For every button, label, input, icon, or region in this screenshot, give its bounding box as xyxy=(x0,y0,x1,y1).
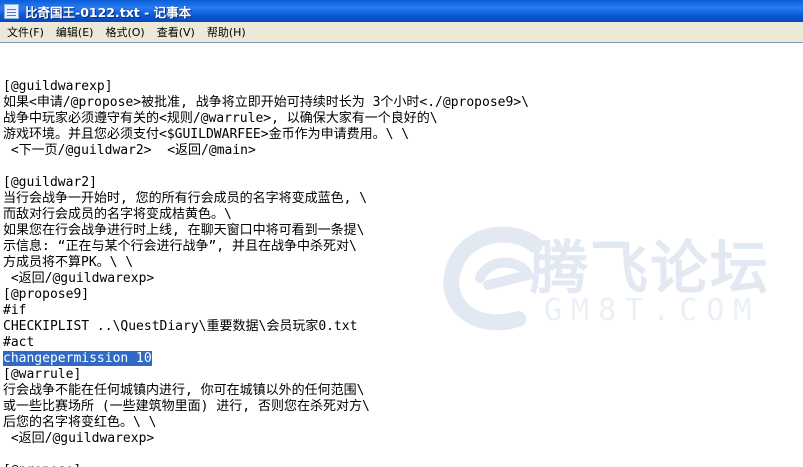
title-bar[interactable]: 比奇国王-0122.txt - 记事本 xyxy=(0,0,803,22)
line-text: CHECKIPLIST ..\QuestDiary\重要数据\会员玩家0.txt xyxy=(3,319,358,334)
menu-file[interactable]: 文件(F) xyxy=(2,24,51,40)
text-line: 方成员将不算PK。\ \ xyxy=(3,255,803,271)
text-line: 行会战争不能在任何城镇内进行, 你可在城镇以外的任何范围\ xyxy=(3,383,803,399)
text-line: 示信息: “正在与某个行会进行战争”, 并且在战争中杀死对\ xyxy=(3,239,803,255)
line-text: <返回/@guildwarexp> xyxy=(3,271,155,286)
line-text: 示信息: “正在与某个行会进行战争”, 并且在战争中杀死对\ xyxy=(3,239,357,254)
text-line: #if xyxy=(3,303,803,319)
text-line: 而敌对行会成员的名字将变成桔黄色。\ xyxy=(3,207,803,223)
text-line: CHECKIPLIST ..\QuestDiary\重要数据\会员玩家0.txt xyxy=(3,319,803,335)
editor-text-area[interactable]: [@guildwarexp] 如果<申请/@propose>被批准, 战争将立即开… xyxy=(3,63,803,467)
text-line: [@guildwarexp] xyxy=(3,79,803,95)
line-text: [@guildwarexp] xyxy=(3,79,113,94)
menu-bar: 文件(F) 编辑(E) 格式(O) 查看(V) 帮助(H) xyxy=(0,22,803,42)
text-editor[interactable]: [@guildwarexp] 如果<申请/@propose>被批准, 战争将立即开… xyxy=(0,42,803,467)
text-line: 后您的名字将变红色。\ \ xyxy=(3,415,803,431)
text-line: 如果您在行会战争进行时上线, 在聊天窗口中将可看到一条提\ xyxy=(3,223,803,239)
window-title: 比奇国王-0122.txt - 记事本 xyxy=(25,4,192,20)
line-text: #act xyxy=(3,335,35,350)
line-text: 如果<申请/@propose>被批准, 战争将立即开始可持续时长为 3个小时<.… xyxy=(3,95,529,110)
text-line: [@warrule] xyxy=(3,367,803,383)
menu-format[interactable]: 格式(O) xyxy=(100,24,151,40)
text-line: 如果<申请/@propose>被批准, 战争将立即开始可持续时长为 3个小时<.… xyxy=(3,95,803,111)
line-text: 战争中玩家必须遵守有关的<规则/@warrule>, 以确保大家有一个良好的\ xyxy=(3,111,438,126)
text-line: changepermission 10 xyxy=(3,351,803,367)
menu-help[interactable]: 帮助(H) xyxy=(202,24,253,40)
text-line: [@guildwar2] xyxy=(3,175,803,191)
line-text: 而敌对行会成员的名字将变成桔黄色。\ xyxy=(3,207,232,222)
selected-text: changepermission 10 xyxy=(3,351,152,366)
text-line: <返回/@guildwarexp> xyxy=(3,271,803,287)
line-text: #if xyxy=(3,303,27,318)
line-text: 游戏环境。并且您必须支付<$GUILDWARFEE>金币作为申请费用。\ \ xyxy=(3,127,410,142)
line-text: 当行会战争一开始时, 您的所有行会成员的名字将变成蓝色, \ xyxy=(3,191,368,206)
text-line xyxy=(3,447,803,463)
line-text: [@guildwar2] xyxy=(3,175,97,190)
line-text: [@warrule] xyxy=(3,367,82,382)
text-line: 战争中玩家必须遵守有关的<规则/@warrule>, 以确保大家有一个良好的\ xyxy=(3,111,803,127)
text-line: <下一页/@guildwar2> <返回/@main> xyxy=(3,143,803,159)
line-text: 行会战争不能在任何城镇内进行, 你可在城镇以外的任何范围\ xyxy=(3,383,365,398)
line-text: 后您的名字将变红色。\ \ xyxy=(3,415,157,430)
text-line: 游戏环境。并且您必须支付<$GUILDWARFEE>金币作为申请费用。\ \ xyxy=(3,127,803,143)
text-line: <返回/@guildwarexp> xyxy=(3,431,803,447)
text-line: 或一些比赛场所 (一些建筑物里面) 进行, 否则您在杀死对方\ xyxy=(3,399,803,415)
text-line: [@propose9] xyxy=(3,287,803,303)
notepad-icon xyxy=(4,3,19,19)
text-line xyxy=(3,159,803,175)
line-text: 或一些比赛场所 (一些建筑物里面) 进行, 否则您在杀死对方\ xyxy=(3,399,370,414)
line-text: 如果您在行会战争进行时上线, 在聊天窗口中将可看到一条提\ xyxy=(3,223,365,238)
line-text: [@propose] xyxy=(3,463,81,467)
line-text: <下一页/@guildwar2> <返回/@main> xyxy=(3,143,256,158)
line-text: [@propose9] xyxy=(3,287,90,302)
line-text: <返回/@guildwarexp> xyxy=(3,431,155,446)
text-line: 当行会战争一开始时, 您的所有行会成员的名字将变成蓝色, \ xyxy=(3,191,803,207)
menu-edit[interactable]: 编辑(E) xyxy=(51,24,101,40)
text-line: #act xyxy=(3,335,803,351)
text-line: [@propose] xyxy=(3,463,803,467)
text-line xyxy=(3,63,803,79)
line-text: 方成员将不算PK。\ \ xyxy=(3,255,134,270)
menu-view[interactable]: 查看(V) xyxy=(152,24,202,40)
